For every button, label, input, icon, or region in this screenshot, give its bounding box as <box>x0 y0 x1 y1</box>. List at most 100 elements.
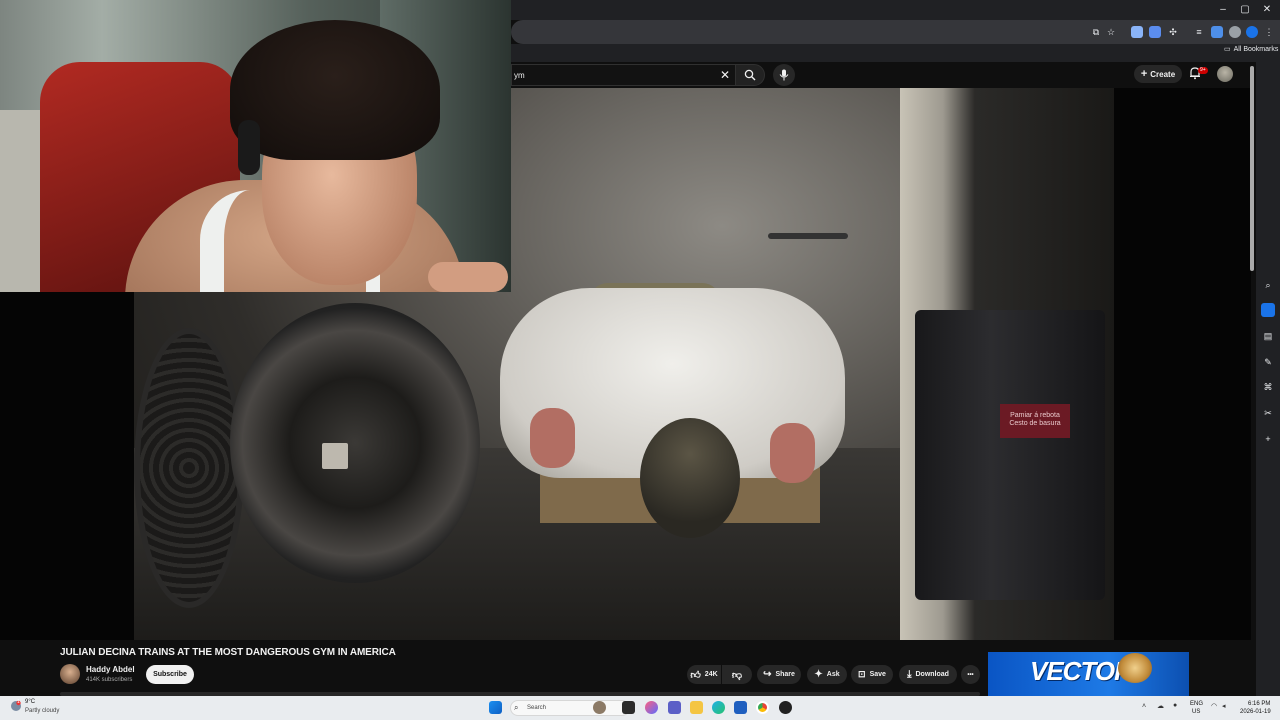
video-person-arm-right <box>770 423 815 483</box>
language-indicator-bottom[interactable]: US <box>1192 709 1200 715</box>
profile-icon[interactable] <box>1229 26 1241 38</box>
dislike-button[interactable]: 👎︎ <box>722 665 752 684</box>
clear-search-icon[interactable]: ✕ <box>718 68 732 82</box>
store-icon[interactable] <box>734 701 747 714</box>
minimize-button[interactable]: – <box>1212 3 1234 17</box>
video-plate-hub <box>322 443 348 469</box>
cereal-bowl-image <box>1118 653 1152 683</box>
browser-side-panel <box>1256 62 1280 696</box>
webcam-person-hand <box>428 262 508 292</box>
plus-icon: + <box>1140 68 1148 80</box>
share-button[interactable]: ↪ Share <box>757 665 801 684</box>
voice-search-button[interactable] <box>773 64 795 86</box>
save-label: Save <box>869 671 886 678</box>
search-icon <box>744 69 756 81</box>
chrome-icon[interactable] <box>756 701 769 714</box>
side-panel-icon[interactable] <box>1211 26 1223 38</box>
windows-taskbar <box>0 696 1280 720</box>
volume-icon[interactable]: ◂ <box>1222 702 1226 710</box>
video-weight-plate <box>230 303 480 583</box>
clock-time[interactable]: 6:16 PM <box>1248 701 1270 707</box>
browser-menu-icon[interactable]: ⋮ <box>1263 26 1275 38</box>
edit-note-icon[interactable]: ✎ <box>1261 355 1275 369</box>
taskbar-search-label: Search <box>527 705 547 711</box>
download-label: Download <box>915 671 949 678</box>
tray-overflow-icon[interactable]: ˄ <box>1142 703 1146 710</box>
cast-icon[interactable]: ⧉ <box>1090 26 1102 38</box>
notification-badge: 9+ <box>1198 67 1208 74</box>
video-person-arm-left <box>530 408 575 468</box>
maximize-button[interactable]: ▢ <box>1234 3 1256 17</box>
windows-start-icon[interactable] <box>489 701 502 714</box>
channel-name[interactable]: Haddy Abdel <box>86 665 135 674</box>
video-title: JULIAN DECINA TRAINS AT THE MOST DANGERO… <box>60 647 396 658</box>
all-bookmarks-label: All Bookmarks <box>1233 45 1279 53</box>
chat-icon[interactable] <box>1261 303 1275 317</box>
reading-list-icon[interactable]: ▤ <box>1261 329 1275 343</box>
vector-ad-text: VECTOR <box>1030 656 1133 686</box>
create-button[interactable]: + Create <box>1134 65 1182 83</box>
clock-date[interactable]: 2026-01-19 <box>1240 709 1271 715</box>
video-trash-bin <box>915 310 1105 600</box>
extensions-puzzle-icon[interactable]: ✣ <box>1167 26 1179 38</box>
weather-temperature: 9°C <box>25 699 36 705</box>
address-bar[interactable] <box>511 20 1280 44</box>
tab-search-icon[interactable]: ≡ <box>1193 26 1205 38</box>
file-explorer-icon[interactable] <box>690 701 703 714</box>
save-button[interactable]: ⊡ Save <box>851 665 893 684</box>
account-icon[interactable] <box>1246 26 1258 38</box>
video-bin-sign: Pamiar á rebota Cesto de basura <box>1000 404 1070 438</box>
edge-icon[interactable] <box>712 701 725 714</box>
tools-icon[interactable]: ✂ <box>1261 406 1275 420</box>
app-icon[interactable] <box>779 701 792 714</box>
folder-icon: ▭ <box>1224 46 1231 53</box>
weather-badge: 1 <box>17 699 20 705</box>
tray-cloud-icon[interactable]: ☁ <box>1157 702 1164 710</box>
user-avatar[interactable] <box>1217 66 1233 82</box>
lens-search-icon[interactable]: ⌕ <box>1261 278 1275 292</box>
download-icon: ⤓ <box>907 669 912 680</box>
video-bar <box>768 233 848 239</box>
microphone-icon <box>779 69 789 81</box>
add-panel-icon[interactable]: + <box>1261 432 1275 446</box>
webcam-headset <box>238 120 260 175</box>
copilot-avatar-icon[interactable] <box>593 701 606 714</box>
like-count: 24K <box>704 671 718 678</box>
weather-description: Partly cloudy <box>25 708 60 714</box>
close-window-button[interactable]: ✕ <box>1256 3 1278 17</box>
gamepad-icon[interactable]: ⌘ <box>1261 380 1275 394</box>
channel-avatar[interactable] <box>60 664 80 684</box>
search-input[interactable]: ym <box>511 64 739 86</box>
task-view-icon[interactable] <box>622 701 635 714</box>
extension-icon-1[interactable] <box>1131 26 1143 38</box>
webcam-person-hair <box>230 20 440 160</box>
page-scrollbar[interactable] <box>1250 66 1254 271</box>
video-fan <box>134 328 244 608</box>
ask-button[interactable]: ✦ Ask <box>807 665 847 684</box>
download-button[interactable]: ⤓ Download <box>899 665 957 684</box>
wifi-icon[interactable]: ◠ <box>1211 702 1217 710</box>
share-label: Share <box>775 671 795 678</box>
thumbs-up-icon: 👍︎ <box>690 669 701 681</box>
all-bookmarks-button[interactable]: ▭ All Bookmarks <box>1224 45 1279 54</box>
sparkle-icon: ✦ <box>814 669 823 680</box>
like-button[interactable]: 👍︎ 24K <box>687 665 721 684</box>
weather-cloud-icon[interactable] <box>10 699 22 711</box>
language-indicator-top[interactable]: ENG <box>1190 701 1203 707</box>
ask-label: Ask <box>826 671 840 678</box>
subscriber-count: 414K subscribers <box>86 677 133 683</box>
taskbar-search-icon: ⌕ <box>514 703 519 712</box>
webcam-overlay <box>0 0 511 292</box>
bookmark-star-icon[interactable]: ☆ <box>1105 26 1117 38</box>
extension-icon-2[interactable] <box>1149 26 1161 38</box>
subscribe-button[interactable]: Subscribe <box>146 665 194 684</box>
more-actions-button[interactable]: ••• <box>961 665 980 684</box>
save-playlist-icon: ⊡ <box>858 669 866 679</box>
search-button[interactable] <box>735 64 765 86</box>
teams-icon[interactable] <box>668 701 681 714</box>
video-person-head <box>640 418 740 538</box>
taskbar-search-box[interactable]: Search <box>510 700 630 716</box>
copilot-icon[interactable] <box>645 701 658 714</box>
tray-mic-icon[interactable]: ● <box>1173 702 1177 709</box>
create-label: Create <box>1150 69 1176 79</box>
